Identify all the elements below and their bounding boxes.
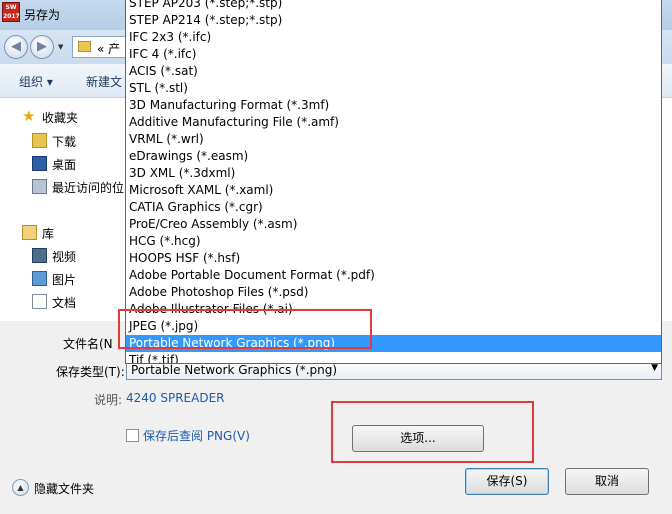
breadcrumb[interactable]: « 产 [72,36,132,58]
description-label: 说明: [94,393,123,407]
navigation-pane: ★ 收藏夹 下载 桌面 最近访问的位 库 视频 图片 文档 [0,99,126,321]
dropdown-option[interactable]: Tif (*.tif) [126,352,661,363]
dropdown-option[interactable]: 3D XML (*.3dxml) [126,165,661,182]
nav-item-documents[interactable]: 文档 [0,292,126,312]
dropdown-option[interactable]: HCG (*.hcg) [126,233,661,250]
filetype-select-value: Portable Network Graphics (*.png) [131,363,338,377]
nav-item-label: 下载 [52,135,77,149]
annotation-highlight-options [331,401,534,463]
library-icon [22,225,37,240]
recent-locations-dropdown-icon[interactable]: ▼ [58,43,68,53]
dropdown-option[interactable]: ProE/Creo Assembly (*.asm) [126,216,661,233]
nav-item-libraries[interactable]: 库 [0,223,126,243]
dropdown-option[interactable]: HOOPS HSF (*.hsf) [126,250,661,267]
description-value: 4240 SPREADER [126,391,225,405]
nav-item-pictures[interactable]: 图片 [0,269,126,289]
dropdown-option[interactable]: eDrawings (*.easm) [126,148,661,165]
filename-label: 文件名(N [63,337,113,351]
dropdown-option[interactable]: STEP AP203 (*.step;*.stp) [126,0,661,12]
dropdown-option[interactable]: ACIS (*.sat) [126,63,661,80]
dropdown-option[interactable]: VRML (*.wrl) [126,131,661,148]
forward-arrow-icon: ▶ [37,39,47,54]
chevron-down-icon: ▼ [651,363,658,373]
nav-item-label: 图片 [52,273,77,287]
save-button[interactable]: 保存(S) [465,468,549,495]
dropdown-option[interactable]: CATIA Graphics (*.cgr) [126,199,661,216]
dropdown-option[interactable]: Adobe Photoshop Files (*.psd) [126,284,661,301]
dropdown-option[interactable]: Adobe Portable Document Format (*.pdf) [126,267,661,284]
nav-item-label: 桌面 [52,158,77,172]
dropdown-option[interactable]: IFC 4 (*.ifc) [126,46,661,63]
cancel-button-label: 取消 [594,474,619,488]
nav-item-downloads[interactable]: 下载 [0,131,126,151]
view-after-save-label[interactable]: 保存后查阅 PNG(V) [143,427,250,444]
dropdown-option[interactable]: 3D Manufacturing Format (*.3mf) [126,97,661,114]
annotation-highlight-png [118,309,372,349]
filetype-label: 保存类型(T): [56,365,125,379]
nav-item-label: 文档 [52,296,77,310]
desktop-icon [32,156,47,171]
new-folder-button[interactable]: 新建文 [86,73,122,90]
nav-item-label: 视频 [52,250,77,264]
nav-item-label: 库 [42,227,55,241]
dropdown-option[interactable]: STEP AP214 (*.step;*.stp) [126,12,661,29]
nav-item-favorites[interactable]: ★ 收藏夹 [0,107,126,127]
nav-item-desktop[interactable]: 桌面 [0,154,126,174]
star-icon: ★ [22,107,36,125]
breadcrumb-text: « 产 [97,42,121,56]
solidworks-app-icon: SW 2017 [2,2,20,22]
folder-icon [78,41,91,52]
download-folder-icon [32,133,47,148]
back-button[interactable]: ◀ [4,35,28,59]
hide-folders-label[interactable]: 隐藏文件夹 [34,480,94,497]
recent-places-icon [32,179,47,194]
dropdown-option[interactable]: Microsoft XAML (*.xaml) [126,182,661,199]
nav-item-label: 收藏夹 [42,111,79,125]
videos-icon [32,248,47,263]
window-title: 另存为 [24,8,61,22]
hide-folders-toggle-icon[interactable]: ▲ [12,479,29,496]
nav-item-videos[interactable]: 视频 [0,246,126,266]
documents-icon [32,294,47,309]
save-button-label: 保存(S) [486,474,528,488]
pictures-icon [32,271,47,286]
organize-menu[interactable]: 组织 ▾ [19,73,53,90]
forward-button[interactable]: ▶ [30,35,54,59]
view-after-save-checkbox[interactable] [126,429,139,442]
dropdown-option[interactable]: IFC 2x3 (*.ifc) [126,29,661,46]
dropdown-option[interactable]: Additive Manufacturing File (*.amf) [126,114,661,131]
nav-item-label: 最近访问的位 [52,181,125,195]
cancel-button[interactable]: 取消 [565,468,649,495]
nav-item-recent-places[interactable]: 最近访问的位 [0,177,126,197]
dropdown-option[interactable]: STL (*.stl) [126,80,661,97]
back-arrow-icon: ◀ [11,39,21,54]
